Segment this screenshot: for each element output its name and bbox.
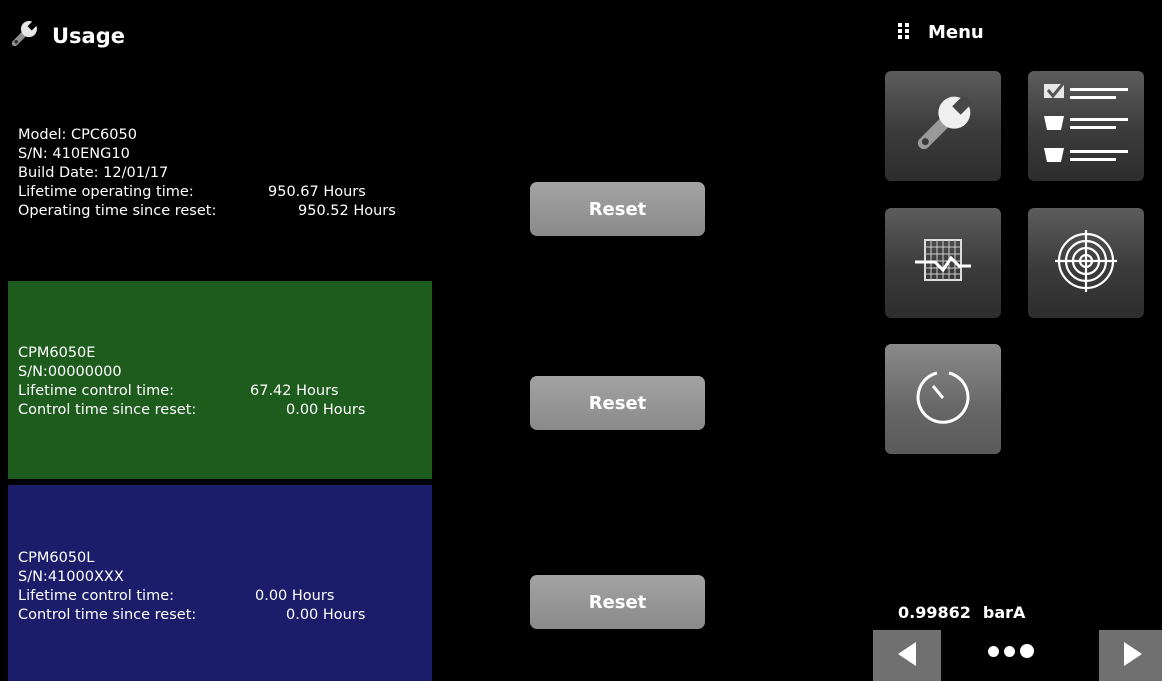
info-line: CPM6050E bbox=[18, 345, 96, 361]
info-line: Lifetime operating time: 950.67 Hours bbox=[18, 184, 366, 200]
info-line: Control time since reset: 0.00 Hours bbox=[18, 402, 366, 418]
menu-label: Menu bbox=[928, 22, 984, 43]
info-line: CPM6050L bbox=[18, 550, 95, 566]
lifetime-control-value: 67.42 Hours bbox=[250, 383, 339, 399]
pressure-unit: barA bbox=[982, 603, 1026, 622]
page-dot-active bbox=[1020, 644, 1034, 658]
base-unit-info: Model: CPC6050 S/N: 410ENG10 Build Date:… bbox=[18, 126, 396, 221]
target-menu-button[interactable] bbox=[1028, 208, 1144, 318]
checklist-icon bbox=[1036, 74, 1136, 178]
page-title: Usage bbox=[52, 24, 125, 48]
pressure-reading: 0.99862 barA bbox=[898, 603, 1025, 622]
arrow-left-icon bbox=[896, 641, 918, 671]
wrench-icon bbox=[8, 18, 40, 54]
info-line: S/N: 410ENG10 bbox=[18, 146, 130, 162]
chart-menu-button[interactable] bbox=[885, 208, 1001, 318]
target-icon bbox=[1051, 226, 1121, 300]
lifetime-operating-value: 950.67 Hours bbox=[268, 184, 366, 200]
page-dot bbox=[1004, 646, 1015, 657]
info-line: Control time since reset: 0.00 Hours bbox=[18, 607, 366, 623]
page-dots-icon bbox=[988, 644, 1034, 658]
page-header: Usage bbox=[8, 16, 125, 56]
grid-dots-icon bbox=[898, 22, 910, 43]
leak-module-info: CPM6050L S/N:41000XXX Lifetime control t… bbox=[18, 549, 365, 625]
reset-leak-module-button[interactable]: Reset bbox=[530, 575, 705, 629]
timer-menu-button[interactable] bbox=[885, 344, 1001, 454]
info-line: Operating time since reset: 950.52 Hours bbox=[18, 203, 396, 219]
info-line: S/N:41000XXX bbox=[18, 569, 124, 585]
next-page-button[interactable] bbox=[1099, 630, 1162, 681]
previous-page-button[interactable] bbox=[873, 630, 941, 681]
info-line: Lifetime control time: 67.42 Hours bbox=[18, 383, 339, 399]
settings-menu-button[interactable] bbox=[1028, 71, 1144, 181]
operating-since-reset-value: 950.52 Hours bbox=[298, 203, 396, 219]
lifetime-control-value: 0.00 Hours bbox=[255, 588, 335, 604]
arrow-right-icon bbox=[1122, 641, 1144, 671]
info-line: Model: CPC6050 bbox=[18, 127, 137, 143]
control-since-reset-value: 0.00 Hours bbox=[286, 607, 366, 623]
reset-base-unit-button[interactable]: Reset bbox=[530, 182, 705, 236]
wrench-icon bbox=[908, 89, 978, 163]
info-line: Lifetime control time: 0.00 Hours bbox=[18, 588, 335, 604]
leak-module-panel: CPM6050L S/N:41000XXX Lifetime control t… bbox=[8, 485, 432, 681]
tools-menu-button[interactable] bbox=[885, 71, 1001, 181]
base-unit-panel: Model: CPC6050 S/N: 410ENG10 Build Date:… bbox=[8, 58, 432, 278]
timer-icon bbox=[913, 367, 973, 431]
page-dot bbox=[988, 646, 999, 657]
control-module-panel: CPM6050E S/N:00000000 Lifetime control t… bbox=[8, 281, 432, 479]
control-since-reset-value: 0.00 Hours bbox=[286, 402, 366, 418]
chart-grid-icon bbox=[913, 236, 973, 290]
menu-header[interactable]: Menu bbox=[898, 22, 984, 43]
pressure-value: 0.99862 bbox=[898, 603, 971, 622]
control-module-info: CPM6050E S/N:00000000 Lifetime control t… bbox=[18, 344, 365, 420]
reset-control-module-button[interactable]: Reset bbox=[530, 376, 705, 430]
info-line: Build Date: 12/01/17 bbox=[18, 165, 169, 181]
info-line: S/N:00000000 bbox=[18, 364, 122, 380]
